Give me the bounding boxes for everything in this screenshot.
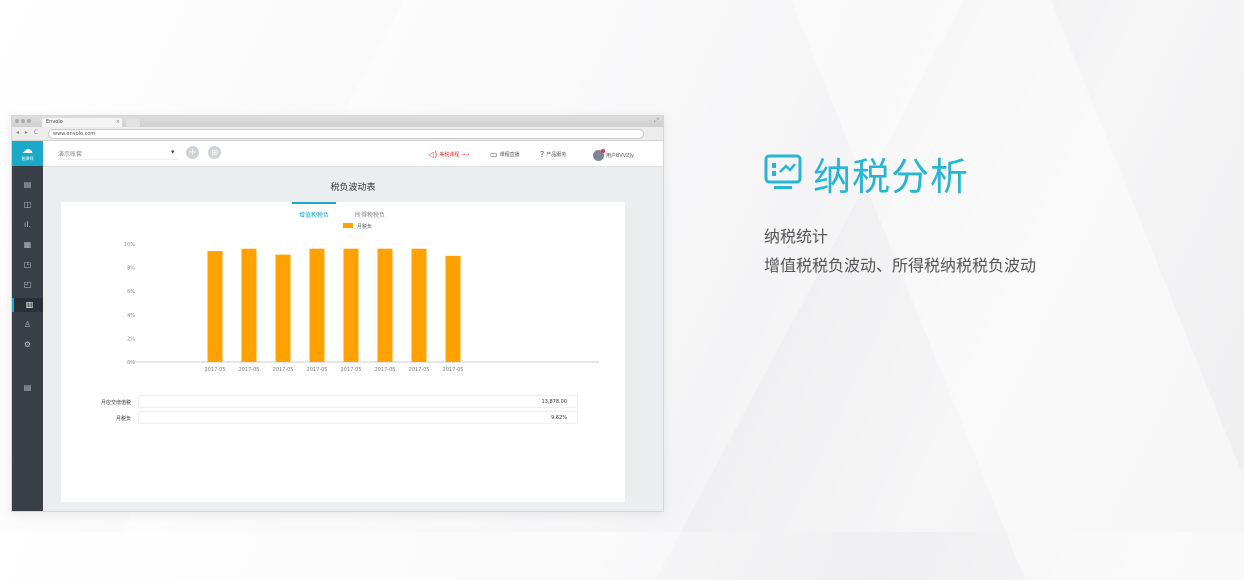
feature-description: 增值税税负波动、所得税纳税税负波动 xyxy=(764,256,1037,275)
sidebar-item-user-icon[interactable]: ♙ xyxy=(12,318,43,332)
chart-bar xyxy=(343,248,359,362)
x-tick-label: 2017-05 xyxy=(205,367,226,373)
page-title: 税负波动表 xyxy=(330,183,376,193)
y-tick-label: 8% xyxy=(127,266,135,272)
y-tick-label: 10% xyxy=(124,242,135,248)
y-tick-label: 4% xyxy=(127,313,135,319)
main-content: 税负波动表 增值税税负 所得税税负 月税负 0% 2% 4% 6% 8% 10% 2017-0… xyxy=(43,167,663,511)
grid-icon[interactable]: ⊞ xyxy=(208,146,221,159)
browser-tab-strip: Envolo × ⤢ xyxy=(12,116,663,127)
x-tick-label: 2017-05 xyxy=(341,367,362,373)
service-link[interactable]: ? 产品服务 xyxy=(540,150,566,159)
background-light-plane xyxy=(774,0,1244,580)
user-menu[interactable]: 用户BVVZJy xyxy=(593,149,634,161)
heading-text: 纳税分析 xyxy=(813,154,970,199)
chart-bar xyxy=(207,251,223,362)
help-icon: ? xyxy=(540,150,545,159)
x-tick-label: 2017-05 xyxy=(307,367,328,373)
sidebar: ☁ 税律师 ▤ ◫ ıl. ▦ ◳ ◰ ▥ ♙ ⚙ ▤ xyxy=(12,141,45,511)
browser-tab[interactable]: Envolo × xyxy=(42,118,122,127)
row-label: 月应交增值税 xyxy=(100,400,131,406)
y-tick-label: 0% xyxy=(127,360,135,366)
expand-icon[interactable]: ⤢ xyxy=(654,117,659,125)
sidebar-item-vouchers-icon[interactable]: ▤ xyxy=(12,178,43,192)
url-input[interactable]: www.envolo.com xyxy=(48,129,644,139)
cloud-icon: ☁ xyxy=(22,143,33,156)
sidebar-item-tax-icon[interactable]: ◫ xyxy=(12,198,43,212)
sidebar-item-report-icon[interactable]: ▦ xyxy=(12,238,43,252)
promo-link[interactable]: ◁) 美税课程 →→ xyxy=(428,150,469,159)
live-course-link[interactable]: ▭ 课程直播 xyxy=(490,150,520,159)
brand-text: 税律师 xyxy=(21,156,34,161)
window-controls[interactable] xyxy=(15,119,31,123)
sidebar-item-chart-icon[interactable]: ıl. xyxy=(12,218,43,232)
app-header: 演示账套 ▾ + ⊞ ◁) 美税课程 →→ ▭ 课程直播 ? 产品服务 用户BVVZJ… xyxy=(43,141,663,167)
promo-text: 美税课程 →→ xyxy=(439,152,470,158)
monitor-chart-icon xyxy=(764,154,802,189)
y-tick-label: 6% xyxy=(127,289,135,295)
chart-card: 增值税税负 所得税税负 月税负 0% 2% 4% 6% 8% 10% 2017-05 2017-… xyxy=(61,202,625,502)
section-heading: 纳税分析 xyxy=(763,150,969,199)
sidebar-item-settings-icon[interactable]: ⚙ xyxy=(12,338,43,352)
app-screenshot-window: Envolo × ⤢ ◂ ▸ C www.envolo.com ☁ 税律师 ▤ … xyxy=(11,115,664,512)
speaker-icon: ◁) xyxy=(428,150,438,159)
row-value: 9.62% xyxy=(551,415,567,421)
user-name: 用户BVVZJy xyxy=(606,153,634,159)
chart-bar xyxy=(377,248,393,362)
chevron-down-icon[interactable]: ▾ xyxy=(171,148,175,156)
table-row: 月税负 9.62% xyxy=(91,411,591,425)
chart-bar xyxy=(241,248,257,362)
y-tick-label: 2% xyxy=(127,336,135,342)
sidebar-item-tax-analysis-icon[interactable]: ▥ xyxy=(12,298,45,312)
browser-tab-title: Envolo xyxy=(46,119,63,125)
service-text: 产品服务 xyxy=(546,152,567,158)
sidebar-item-audit-icon[interactable]: ◰ xyxy=(12,278,43,292)
live-text: 课程直播 xyxy=(499,152,520,158)
chart-bar xyxy=(275,254,291,362)
nav-buttons[interactable]: ◂ ▸ C xyxy=(16,129,40,136)
sidebar-item-list-icon[interactable]: ▤ xyxy=(12,381,43,395)
tv-icon: ▭ xyxy=(490,150,498,159)
row-cell: 13,878.00 xyxy=(138,395,578,408)
row-cell: 9.62% xyxy=(138,411,578,424)
legend-swatch xyxy=(343,223,353,228)
chart-bar xyxy=(309,248,325,362)
new-tab-button[interactable] xyxy=(126,119,140,127)
chart-bar xyxy=(411,248,427,362)
tax-burden-chart: 月税负 0% 2% 4% 6% 8% 10% 2017-05 2017-05 2017-05 201… xyxy=(124,223,599,373)
table-row: 月应交增值税 13,878.00 xyxy=(91,395,591,409)
brand-logo[interactable]: ☁ 税律师 xyxy=(12,141,43,166)
add-icon[interactable]: + xyxy=(186,146,199,159)
feature-title: 纳税统计 xyxy=(764,227,829,246)
legend-label: 月税负 xyxy=(357,223,372,230)
company-select[interactable]: 演示账套 xyxy=(58,149,178,160)
row-value: 13,878.00 xyxy=(541,399,567,405)
x-tick-label: 2017-05 xyxy=(273,367,294,373)
x-tick-label: 2017-05 xyxy=(443,367,464,373)
avatar xyxy=(593,149,605,161)
address-bar-row: ◂ ▸ C www.envolo.com xyxy=(12,127,663,141)
chart-bar xyxy=(445,255,461,362)
x-tick-label: 2017-05 xyxy=(409,367,430,373)
close-icon[interactable]: × xyxy=(116,118,120,127)
sidebar-item-invoice-icon[interactable]: ◳ xyxy=(12,258,43,272)
x-tick-label: 2017-05 xyxy=(239,367,260,373)
row-label: 月税负 xyxy=(115,416,131,422)
x-tick-label: 2017-05 xyxy=(375,367,396,373)
